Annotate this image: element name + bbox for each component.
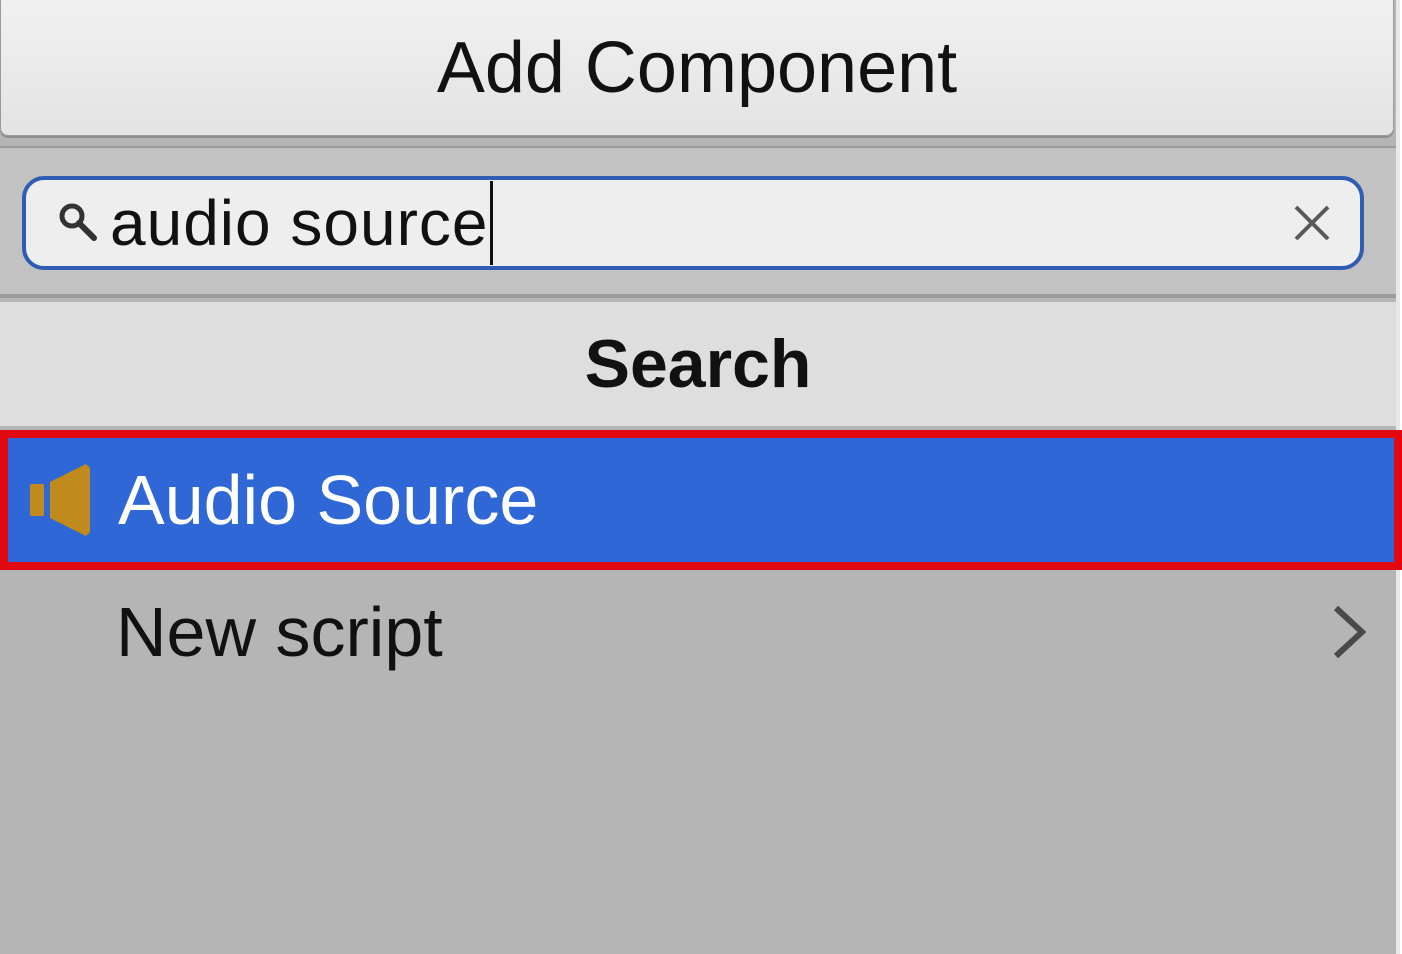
result-item-label: Audio Source [118, 461, 539, 539]
chevron-right-icon [1333, 605, 1367, 659]
result-item-label: New script [116, 593, 443, 671]
section-header-search: Search [0, 302, 1396, 426]
result-item-new-script[interactable]: New script [0, 570, 1396, 694]
search-bar: audio source [0, 146, 1396, 298]
search-icon [59, 203, 97, 241]
text-caret [490, 181, 494, 265]
add-component-label: Add Component [436, 27, 958, 108]
search-input[interactable]: audio source [22, 176, 1364, 270]
add-component-panel: Add Component audio source Search Audio … [0, 0, 1402, 954]
add-component-button[interactable]: Add Component [0, 0, 1394, 136]
search-query-text: audio source [110, 187, 489, 259]
result-item-audio-source[interactable]: Audio Source [0, 430, 1402, 570]
section-title: Search [584, 326, 812, 402]
clear-search-icon[interactable] [1290, 201, 1334, 245]
speaker-icon [30, 464, 90, 536]
